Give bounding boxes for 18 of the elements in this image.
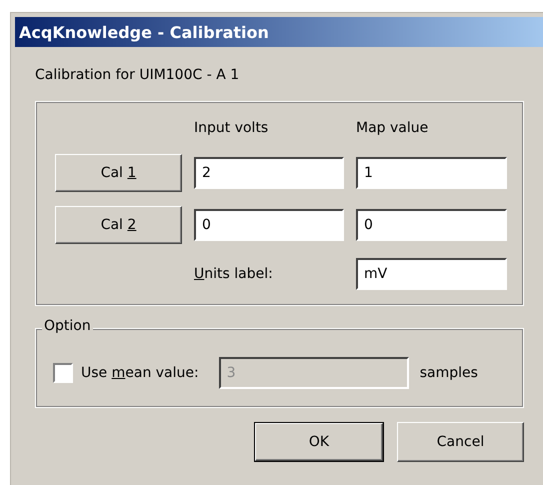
samples-label: samples [420, 365, 478, 381]
cancel-button[interactable]: Cancel [397, 422, 524, 462]
cal-button[interactable]: Cal 2 [55, 206, 182, 244]
column-header: Map value [356, 120, 430, 138]
units-label: Units label: [194, 266, 273, 282]
calibration-heading: Calibration for UIM100C - A 1 [35, 67, 240, 85]
group-title: Option [42, 318, 93, 334]
checkbox-label[interactable]: Use mean value: [81, 365, 199, 381]
input-volts-field[interactable]: 0 [194, 209, 344, 241]
map-value-field[interactable]: 0 [356, 209, 507, 241]
units-field[interactable]: mV [356, 258, 507, 290]
column-header: Input volts [194, 120, 270, 138]
ok-button[interactable]: OK [254, 422, 384, 462]
cal-button[interactable]: Cal 1 [55, 154, 182, 192]
checkbox[interactable] [53, 363, 73, 383]
map-value-field[interactable]: 1 [356, 157, 507, 189]
input-volts-field[interactable]: 2 [194, 157, 344, 189]
window-title: AcqKnowledge - Calibration [15, 17, 543, 47]
